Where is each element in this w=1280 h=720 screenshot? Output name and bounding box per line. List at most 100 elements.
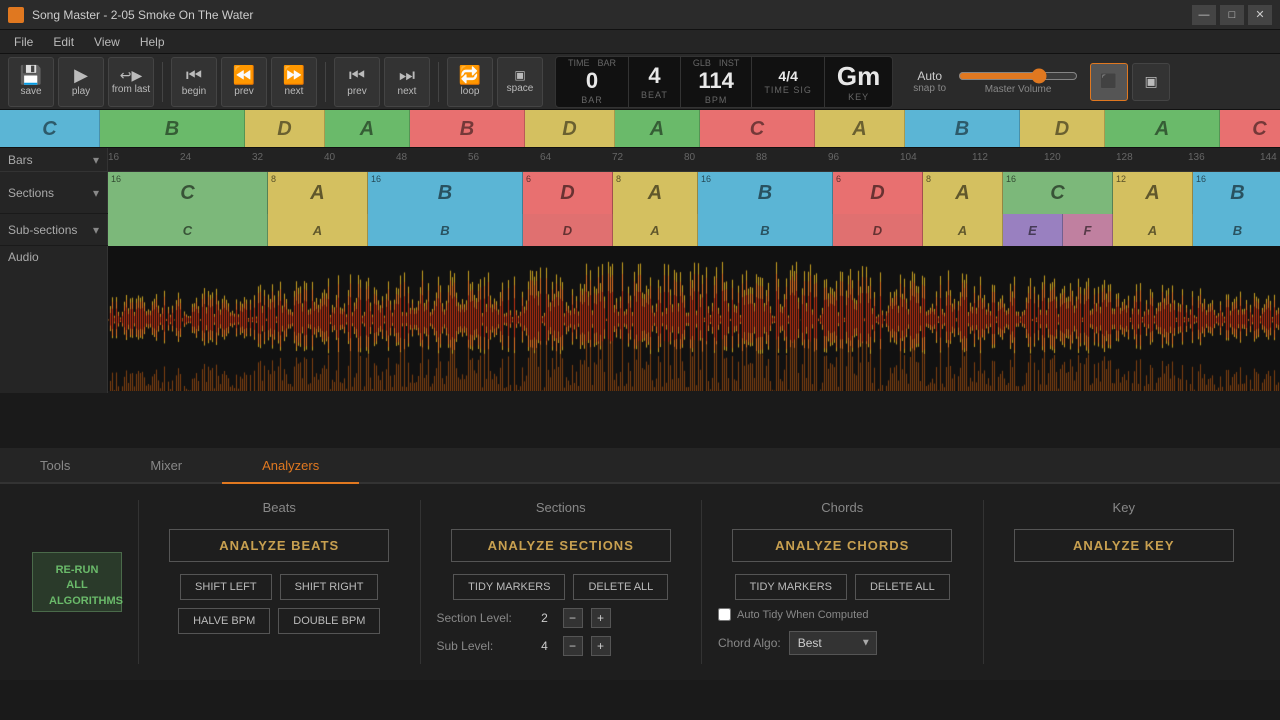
subsection-seg-4[interactable]: A — [613, 214, 698, 246]
space-icon: ▣ — [514, 69, 525, 81]
tidy-markers-sections-button[interactable]: TIDY MARKERS — [453, 574, 565, 600]
sub-level-minus-button[interactable]: − — [563, 636, 583, 656]
tab-mixer[interactable]: Mixer — [110, 448, 222, 484]
analyze-beats-button[interactable]: ANALYZE BEATS — [169, 529, 389, 562]
menu-edit[interactable]: Edit — [43, 33, 84, 51]
volume-slider[interactable] — [958, 68, 1078, 84]
sections-label: Sections ▾ — [0, 172, 108, 213]
section-seg-8[interactable]: 16C — [1003, 172, 1113, 214]
section-seg-label-4: A — [648, 182, 662, 205]
section-seg-num-3: 6 — [526, 174, 531, 184]
subsection-seg-6[interactable]: D — [833, 214, 923, 246]
rerun-all-button[interactable]: RE-RUN ALLALGORITHMS — [32, 552, 122, 612]
bar-number-48: 48 — [396, 152, 407, 163]
snap-value: Auto — [917, 69, 942, 83]
next-button[interactable]: ⏩ next — [271, 57, 317, 107]
next-label: next — [285, 86, 304, 97]
prev-button[interactable]: ⏪ prev — [221, 57, 267, 107]
side-view-button[interactable]: ▣ — [1132, 63, 1170, 101]
section-seg-0[interactable]: 16C — [108, 172, 268, 214]
tidy-markers-chords-button[interactable]: TIDY MARKERS — [735, 574, 847, 600]
analyze-key-button[interactable]: ANALYZE KEY — [1014, 529, 1234, 562]
section-seg-7[interactable]: 8A — [923, 172, 1003, 214]
bar-number-144: 144 — [1260, 152, 1277, 163]
space-button[interactable]: ▣ space — [497, 57, 543, 107]
tab-analyzers[interactable]: Analyzers — [222, 448, 359, 484]
subsection-seg-9[interactable]: F — [1063, 214, 1113, 246]
section-level-minus-button[interactable]: − — [563, 608, 583, 628]
subsection-seg-11[interactable]: B — [1193, 214, 1280, 246]
audio-row: Audio — [0, 246, 1280, 394]
time-label: TIME — [568, 58, 590, 68]
play-button[interactable]: ▶ play — [58, 57, 104, 107]
auto-tidy-label: Auto Tidy When Computed — [737, 609, 868, 621]
section-seg-1[interactable]: 8A — [268, 172, 368, 214]
subsection-seg-7[interactable]: A — [923, 214, 1003, 246]
chord-algo-select[interactable]: Best Simple Advanced — [789, 631, 877, 655]
subsections-track-content[interactable]: CABDABDAEFABDAC — [108, 214, 1280, 246]
begin-icon: ⏮ — [186, 66, 202, 84]
tab-tools[interactable]: Tools — [0, 448, 110, 484]
menu-file[interactable]: File — [4, 33, 43, 51]
track-area: Bars ▾ 162432404856647280889610411212012… — [0, 148, 1280, 448]
transport-beat-cell: 4 BEAT — [629, 57, 681, 107]
subsection-seg-10[interactable]: A — [1113, 214, 1193, 246]
vol-label: Master Volume — [985, 84, 1052, 95]
app-icon — [8, 7, 24, 23]
from-last-button[interactable]: ↩▶ from last — [108, 57, 154, 107]
section-seg-label-5: B — [758, 182, 772, 205]
sub-level-label: Sub Level: — [437, 639, 527, 653]
section-seg-4[interactable]: 8A — [613, 172, 698, 214]
save-button[interactable]: 💾 save — [8, 57, 54, 107]
section-level-plus-button[interactable]: + — [591, 608, 611, 628]
section-seg-label-1: A — [310, 182, 324, 205]
subsection-seg-0[interactable]: C — [108, 214, 268, 246]
bar-label-bottom: BAR — [581, 95, 603, 105]
bars-collapse-icon[interactable]: ▾ — [93, 153, 99, 167]
strip-block-1: B — [100, 110, 245, 148]
strip-block-10: D — [1020, 110, 1105, 148]
analyze-sections-button[interactable]: ANALYZE SECTIONS — [451, 529, 671, 562]
inst-label: INST — [719, 58, 740, 68]
double-bpm-button[interactable]: DOUBLE BPM — [278, 608, 380, 634]
subsection-seg-3[interactable]: D — [523, 214, 613, 246]
subsection-seg-5[interactable]: B — [698, 214, 833, 246]
sub-level-value: 4 — [535, 639, 555, 653]
begin-button[interactable]: ⏮ begin — [171, 57, 217, 107]
section-seg-5[interactable]: 16B — [698, 172, 833, 214]
maximize-button[interactable]: □ — [1220, 5, 1244, 25]
section-seg-6[interactable]: 6D — [833, 172, 923, 214]
menu-view[interactable]: View — [84, 33, 130, 51]
sub-level-plus-button[interactable]: + — [591, 636, 611, 656]
section-seg-9[interactable]: 12A — [1113, 172, 1193, 214]
prev2-button[interactable]: ⏮ prev — [334, 57, 380, 107]
sections-collapse-icon[interactable]: ▾ — [93, 186, 99, 200]
delete-all-chords-button[interactable]: DELETE ALL — [855, 574, 950, 600]
section-seg-10[interactable]: 16B — [1193, 172, 1280, 214]
loop-button[interactable]: 🔁 loop — [447, 57, 493, 107]
auto-tidy-checkbox[interactable] — [718, 608, 731, 621]
sections-track-content[interactable]: 16C8A16B6D8A16B6D8A16C12A16B6D20A9C — [108, 172, 1280, 214]
subsection-seg-8[interactable]: E — [1003, 214, 1063, 246]
shift-left-button[interactable]: SHIFT LEFT — [180, 574, 272, 600]
subsection-seg-1[interactable]: A — [268, 214, 368, 246]
next2-button[interactable]: ⏭ next — [384, 57, 430, 107]
halve-bpm-button[interactable]: HALVE BPM — [178, 608, 270, 634]
menu-help[interactable]: Help — [130, 33, 175, 51]
section-seg-3[interactable]: 6D — [523, 172, 613, 214]
chord-algo-select-wrap: Best Simple Advanced — [789, 631, 877, 655]
shift-right-button[interactable]: SHIFT RIGHT — [280, 574, 379, 600]
section-seg-2[interactable]: 16B — [368, 172, 523, 214]
minimize-button[interactable]: — — [1192, 5, 1216, 25]
key-col: Key ANALYZE KEY — [984, 500, 1265, 664]
close-button[interactable]: ✕ — [1248, 5, 1272, 25]
analyze-chords-button[interactable]: ANALYZE CHORDS — [732, 529, 952, 562]
bar-value: 0 — [586, 68, 598, 94]
subsection-seg-2[interactable]: B — [368, 214, 523, 246]
subsections-collapse-icon[interactable]: ▾ — [93, 223, 99, 237]
rerun-col: RE-RUN ALLALGORITHMS — [16, 500, 139, 664]
delete-all-sections-button[interactable]: DELETE ALL — [573, 574, 668, 600]
bar-number-40: 40 — [324, 152, 335, 163]
sections-action-row: TIDY MARKERS DELETE ALL — [453, 574, 668, 600]
bottom-view-button[interactable]: ⬛ — [1090, 63, 1128, 101]
